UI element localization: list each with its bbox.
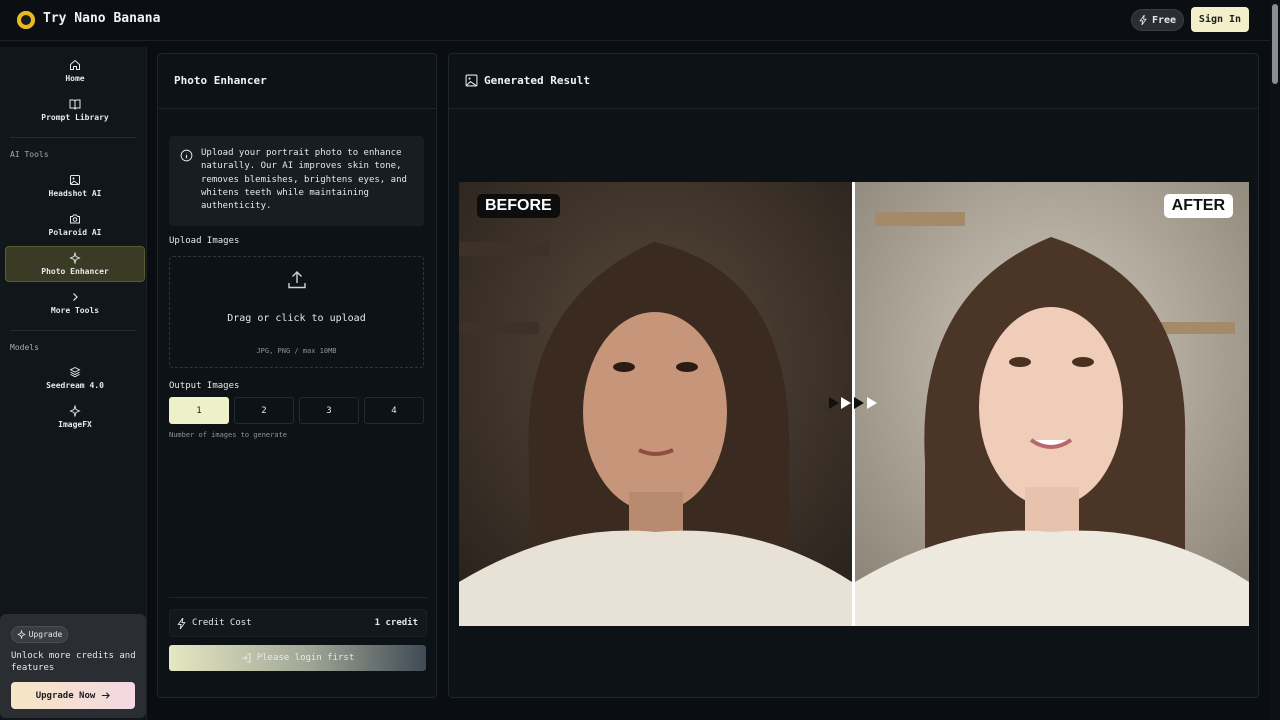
after-label: AFTER bbox=[1163, 194, 1233, 218]
credit-cost-value: 1 credit bbox=[374, 618, 418, 628]
sidebar-item-more-tools[interactable]: More Tools bbox=[5, 285, 145, 321]
output-count-1[interactable]: 1 bbox=[169, 397, 229, 424]
result-title: Generated Result bbox=[484, 74, 590, 87]
layers-icon bbox=[69, 366, 81, 378]
sidebar-item-headshot[interactable]: Headshot AI bbox=[5, 168, 145, 204]
sidebar-item-label: Prompt Library bbox=[41, 113, 109, 122]
sidebar-item-imagefx[interactable]: ImageFX bbox=[5, 399, 145, 435]
brand-title[interactable]: Try Nano Banana bbox=[43, 11, 160, 26]
home-icon bbox=[70, 59, 80, 70]
panel-divider bbox=[169, 597, 427, 598]
page-scrollbar[interactable] bbox=[1270, 0, 1280, 720]
sparkles-icon bbox=[69, 405, 81, 417]
sidebar-item-label: ImageFX bbox=[58, 420, 92, 429]
sidebar-divider bbox=[10, 137, 137, 138]
image-icon bbox=[465, 74, 478, 87]
panel-header: Photo Enhancer bbox=[158, 54, 436, 109]
panel-title: Photo Enhancer bbox=[174, 74, 267, 87]
before-image bbox=[459, 182, 852, 626]
sidebar-item-label: Home bbox=[65, 74, 85, 83]
upgrade-badge: Upgrade bbox=[11, 626, 68, 643]
bolt-icon bbox=[1139, 15, 1147, 25]
output-count-4[interactable]: 4 bbox=[364, 397, 424, 424]
free-label: Free bbox=[1151, 14, 1177, 26]
output-label: Output Images bbox=[169, 381, 240, 391]
sidebar-item-label: Seedream 4.0 bbox=[46, 381, 104, 390]
top-bar: Try Nano Banana Free Sign In bbox=[0, 0, 1280, 41]
sidebar-item-prompt-library[interactable]: Prompt Library bbox=[5, 92, 145, 128]
free-plan-badge[interactable]: Free bbox=[1131, 9, 1184, 31]
sign-in-button[interactable]: Sign In bbox=[1191, 7, 1249, 32]
sparkles-icon bbox=[16, 630, 26, 639]
sidebar-item-photo-enhancer[interactable]: Photo Enhancer bbox=[5, 246, 145, 282]
before-after-comparison[interactable]: BEFORE AFTER bbox=[459, 182, 1249, 626]
sidebar-item-seedream[interactable]: Seedream 4.0 bbox=[5, 360, 145, 396]
photo-enhancer-panel: Photo Enhancer Upload your portrait phot… bbox=[157, 53, 437, 698]
book-icon bbox=[69, 99, 81, 110]
sidebar-item-label: More Tools bbox=[50, 306, 100, 315]
sidebar-divider bbox=[10, 330, 137, 331]
scrollbar-thumb[interactable] bbox=[1272, 4, 1278, 84]
info-box: Upload your portrait photo to enhance na… bbox=[169, 136, 424, 226]
sidebar-item-label: Headshot AI bbox=[48, 189, 102, 198]
before-label: BEFORE bbox=[477, 194, 560, 218]
upgrade-now-button[interactable]: Upgrade Now bbox=[11, 682, 135, 709]
comparison-handle-icon[interactable] bbox=[827, 394, 881, 412]
result-header: Generated Result bbox=[449, 54, 1258, 109]
login-icon bbox=[241, 653, 251, 663]
output-hint: Number of images to generate bbox=[169, 431, 288, 439]
output-count-2[interactable]: 2 bbox=[234, 397, 294, 424]
info-icon bbox=[180, 149, 193, 162]
upgrade-badge-label: Upgrade bbox=[28, 630, 63, 639]
sidebar-item-label: Polaroid AI bbox=[48, 228, 102, 237]
after-image bbox=[855, 182, 1249, 626]
sparkles-icon bbox=[69, 252, 81, 264]
arrow-right-icon bbox=[102, 692, 111, 699]
upload-icon bbox=[288, 271, 306, 289]
section-label-ai-tools: AI Tools bbox=[10, 150, 49, 159]
dropzone-subtext: JPG, PNG / max 10MB bbox=[256, 347, 337, 355]
bolt-icon bbox=[177, 618, 186, 629]
upload-label: Upload Images bbox=[169, 236, 240, 246]
sidebar-item-home[interactable]: Home bbox=[5, 53, 145, 89]
dropzone-text: Drag or click to upload bbox=[227, 313, 366, 324]
sidebar-item-polaroid[interactable]: Polaroid AI bbox=[5, 207, 145, 243]
credit-cost-label: Credit Cost bbox=[192, 618, 252, 628]
sidebar-item-label: Photo Enhancer bbox=[41, 267, 109, 276]
chevron-right-icon bbox=[73, 293, 78, 301]
login-button-label: Please login first bbox=[256, 653, 355, 663]
camera-icon bbox=[70, 214, 80, 224]
output-count-3[interactable]: 3 bbox=[299, 397, 359, 424]
credit-cost-row: Credit Cost 1 credit bbox=[169, 609, 427, 637]
section-label-models: Models bbox=[10, 343, 39, 352]
upload-dropzone[interactable]: Drag or click to upload JPG, PNG / max 1… bbox=[169, 256, 424, 368]
upgrade-now-label: Upgrade Now bbox=[35, 690, 96, 701]
logo-icon[interactable] bbox=[17, 11, 35, 29]
info-text: Upload your portrait photo to enhance na… bbox=[201, 148, 407, 212]
login-button[interactable]: Please login first bbox=[169, 645, 426, 671]
result-panel: Generated Result BEFORE AFTER bbox=[448, 53, 1259, 698]
image-icon bbox=[70, 175, 80, 185]
upgrade-text: Unlock more credits and features bbox=[11, 651, 136, 673]
